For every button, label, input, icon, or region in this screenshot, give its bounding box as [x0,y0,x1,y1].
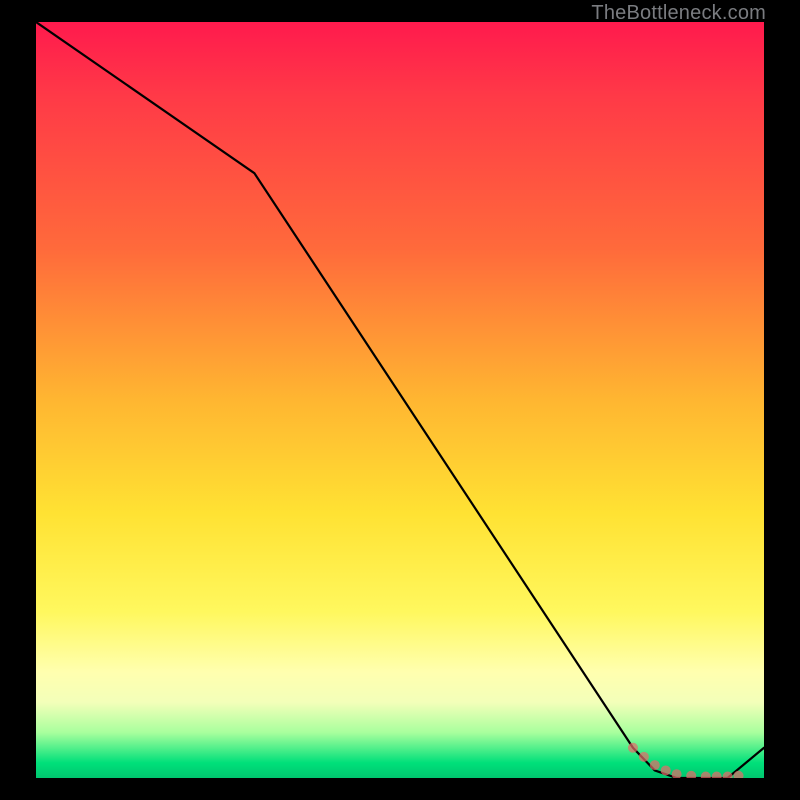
marker-dot [661,765,671,775]
marker-dot [650,760,660,770]
marker-group [628,743,744,778]
marker-dot [701,771,711,778]
marker-dot [686,771,696,778]
marker-dot [672,769,682,778]
marker-dot [639,752,649,762]
marker-dot [723,771,733,778]
chart-frame: TheBottleneck.com [0,0,800,800]
plot-area [36,22,764,778]
curve-line [36,22,764,778]
marker-dot [712,771,722,778]
chart-svg [36,22,764,778]
marker-dot [628,743,638,753]
